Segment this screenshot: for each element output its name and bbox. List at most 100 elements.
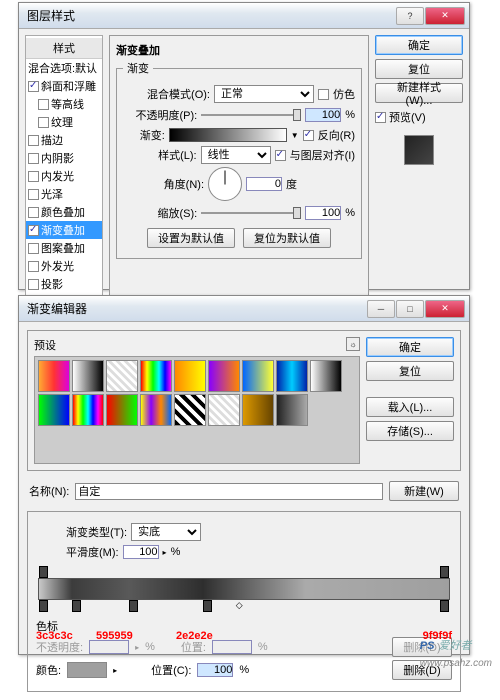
gradient-preview[interactable] xyxy=(169,128,287,142)
close-button[interactable]: ✕ xyxy=(425,7,465,25)
right-buttons: 确定 复位 新建样式(W)... 预览(V) xyxy=(375,35,463,296)
gradient-overlay-panel: 渐变叠加 渐变 混合模式(O): 正常 仿色 不透明度(P): % 渐变: ▼ … xyxy=(109,35,369,296)
gradient-fieldset: 渐变 混合模式(O): 正常 仿色 不透明度(P): % 渐变: ▼ 反向(R)… xyxy=(116,60,362,259)
dropdown-icon[interactable]: ▸ xyxy=(163,548,167,557)
align-label: 与图层对齐(I) xyxy=(290,147,355,163)
tree-item[interactable]: 纹理 xyxy=(26,113,102,131)
set-default-button[interactable]: 设置为默认值 xyxy=(147,228,235,248)
stop-pos-input xyxy=(212,640,252,654)
annotation: 595959 xyxy=(96,630,133,642)
titlebar[interactable]: 图层样式 ? ✕ xyxy=(19,3,469,29)
checkbox[interactable] xyxy=(28,279,39,290)
blendmode-label: 混合模式(O): xyxy=(147,86,210,102)
tree-item[interactable]: 外发光 xyxy=(26,257,102,275)
gradient-legend: 渐变 xyxy=(123,60,153,76)
load-button[interactable]: 载入(L)... xyxy=(366,397,454,417)
checkbox[interactable] xyxy=(28,135,39,146)
style-tree: 样式 混合选项:默认 斜面和浮雕等高线纹理描边内阴影内发光光泽颜色叠加渐变叠加图… xyxy=(25,35,103,296)
gradient-label: 渐变: xyxy=(140,127,165,143)
gradient-editor-dialog: 渐变编辑器 ─ □ ✕ 预设 ☼ xyxy=(18,295,470,655)
checkbox[interactable] xyxy=(28,207,39,218)
gradient-edit-panel: 渐变类型(T): 实底 平滑度(M): ▸ % c9c9c9 ◇ 3c3c3c … xyxy=(27,511,461,692)
checkbox[interactable] xyxy=(28,189,39,200)
reset-default-button[interactable]: 复位为默认值 xyxy=(243,228,331,248)
help-button[interactable]: ? xyxy=(396,7,424,25)
ok-button[interactable]: 确定 xyxy=(375,35,463,55)
checkbox[interactable] xyxy=(38,117,49,128)
type-select[interactable]: 实底 xyxy=(131,523,201,541)
panel-title: 渐变叠加 xyxy=(116,42,362,58)
checkbox[interactable] xyxy=(28,243,39,254)
style-select[interactable]: 线性 xyxy=(201,146,271,164)
tree-item[interactable]: 投影 xyxy=(26,275,102,293)
preview-swatch xyxy=(404,135,434,165)
angle-label: 角度(N): xyxy=(164,176,204,192)
checkbox[interactable] xyxy=(28,171,39,182)
tree-item[interactable]: 内发光 xyxy=(26,167,102,185)
dither-label: 仿色 xyxy=(333,86,355,102)
smooth-label: 平滑度(M): xyxy=(66,544,119,560)
preview-label: 预览(V) xyxy=(389,109,426,125)
new-style-button[interactable]: 新建样式(W)... xyxy=(375,83,463,103)
tree-header: 样式 xyxy=(26,38,102,59)
gradient-bar[interactable]: ◇ xyxy=(38,578,450,600)
checkbox[interactable] xyxy=(28,153,39,164)
checkbox[interactable] xyxy=(28,225,39,236)
minimize-button[interactable]: ─ xyxy=(367,300,395,318)
annotation: 3c3c3c xyxy=(36,630,73,642)
align-checkbox[interactable] xyxy=(275,150,286,161)
tree-item[interactable]: 内阴影 xyxy=(26,149,102,167)
tree-blending[interactable]: 混合选项:默认 xyxy=(26,59,102,77)
tree-item[interactable]: 描边 xyxy=(26,131,102,149)
tree-item[interactable]: 图案叠加 xyxy=(26,239,102,257)
checkbox[interactable] xyxy=(38,99,49,110)
maximize-button[interactable]: □ xyxy=(396,300,424,318)
angle-dial[interactable] xyxy=(208,167,242,201)
preset-grid[interactable] xyxy=(34,356,360,464)
preview-checkbox[interactable] xyxy=(375,112,386,123)
tree-item[interactable]: 光泽 xyxy=(26,185,102,203)
save-button[interactable]: 存储(S)... xyxy=(366,421,454,441)
gradient-dropdown-icon[interactable]: ▼ xyxy=(291,131,299,140)
opacity-slider[interactable] xyxy=(201,106,301,124)
presets-label: 预设 xyxy=(34,337,56,353)
reverse-checkbox[interactable] xyxy=(303,130,314,141)
dialog-title: 渐变编辑器 xyxy=(23,300,367,317)
checkbox[interactable] xyxy=(28,261,39,272)
close-button[interactable]: ✕ xyxy=(425,300,465,318)
dialog-title: 图层样式 xyxy=(23,7,396,24)
color-pos-input[interactable] xyxy=(197,663,233,677)
cancel-button[interactable]: 复位 xyxy=(366,361,454,381)
color-label: 颜色: xyxy=(36,662,61,678)
angle-input[interactable] xyxy=(246,177,282,191)
new-button[interactable]: 新建(W) xyxy=(389,481,459,501)
checkbox[interactable] xyxy=(28,81,39,92)
name-label: 名称(N): xyxy=(29,483,69,499)
name-input[interactable] xyxy=(75,483,383,500)
smooth-input[interactable] xyxy=(123,545,159,559)
cancel-button[interactable]: 复位 xyxy=(375,59,463,79)
watermark: PS 爱好者www.psahz.com xyxy=(420,636,492,669)
color-swatch[interactable] xyxy=(67,662,107,678)
opacity-input[interactable] xyxy=(305,108,341,122)
tree-item[interactable]: 等高线 xyxy=(26,95,102,113)
reverse-label: 反向(R) xyxy=(318,127,355,143)
tree-item[interactable]: 斜面和浮雕 xyxy=(26,77,102,95)
style-label: 样式(L): xyxy=(158,147,197,163)
layer-style-dialog: 图层样式 ? ✕ 样式 混合选项:默认 斜面和浮雕等高线纹理描边内阴影内发光光泽… xyxy=(18,2,470,290)
scale-slider[interactable] xyxy=(201,204,301,222)
annotation: 2e2e2e xyxy=(176,630,213,642)
scale-label: 缩放(S): xyxy=(157,205,197,221)
titlebar[interactable]: 渐变编辑器 ─ □ ✕ xyxy=(19,296,469,322)
presets-menu-icon[interactable]: ☼ xyxy=(346,337,360,351)
ok-button[interactable]: 确定 xyxy=(366,337,454,357)
scale-input[interactable] xyxy=(305,206,341,220)
tree-item[interactable]: 渐变叠加 xyxy=(26,221,102,239)
dither-checkbox[interactable] xyxy=(318,89,329,100)
pos2-label: 位置(C): xyxy=(151,662,191,678)
tree-item[interactable]: 颜色叠加 xyxy=(26,203,102,221)
stop-opacity-input xyxy=(89,640,129,654)
blendmode-select[interactable]: 正常 xyxy=(214,85,314,103)
opacity-label: 不透明度(P): xyxy=(135,107,197,123)
presets-panel: 预设 ☼ 确定 复位 载 xyxy=(27,330,461,471)
